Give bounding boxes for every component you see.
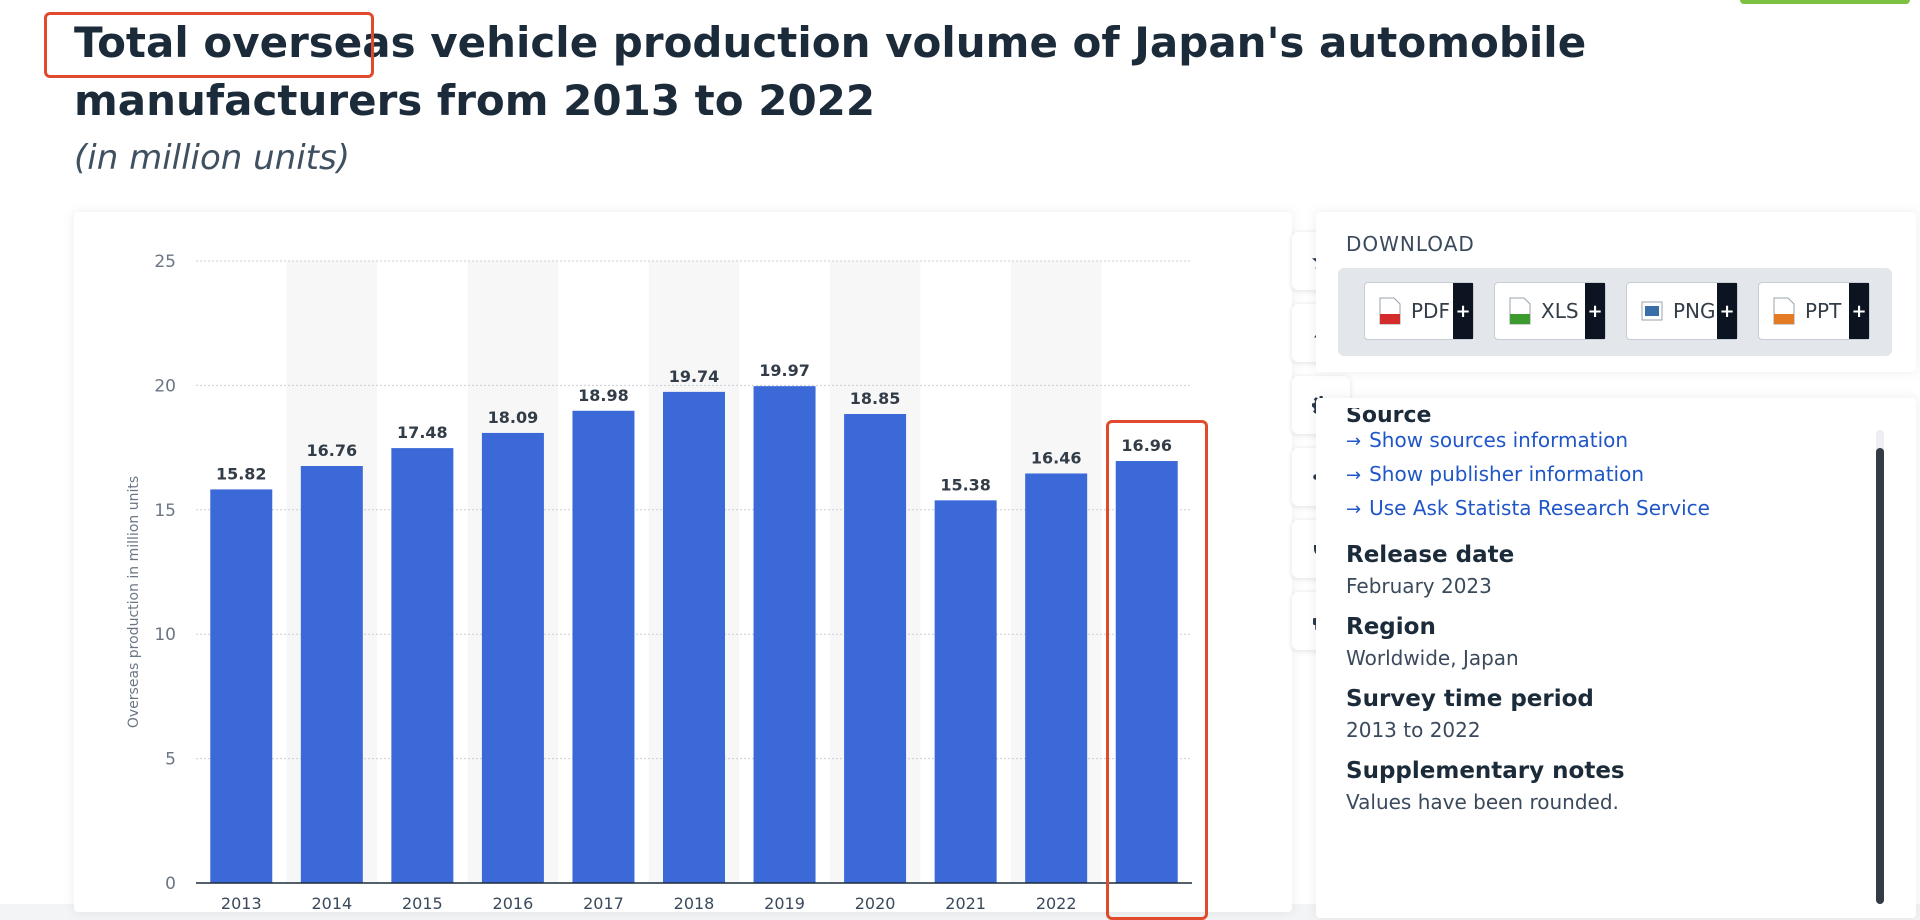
bar xyxy=(300,466,363,883)
x-tick-label: 2013 xyxy=(221,894,262,912)
png-file-icon xyxy=(1641,297,1663,325)
bar-value-label: 17.48 xyxy=(397,423,448,442)
details-content: Source → Show sources information → Show p… xyxy=(1346,408,1866,814)
png-download-button[interactable]: PNG + xyxy=(1626,282,1738,340)
bar-value-label: 15.38 xyxy=(940,475,991,494)
bar-value-label: 16.76 xyxy=(307,441,358,460)
x-tick-label: 2014 xyxy=(311,894,352,912)
x-tick-label: 2020 xyxy=(855,894,896,912)
bar-value-label: 18.85 xyxy=(850,389,901,408)
ppt-plus: + xyxy=(1849,283,1869,339)
region-value: Worldwide, Japan xyxy=(1346,646,1519,670)
download-label: DOWNLOAD xyxy=(1346,232,1475,256)
details-card: Source → Show sources information → Show p… xyxy=(1316,398,1916,918)
bar-value-label: 18.09 xyxy=(488,408,539,427)
survey-period-label: Survey time period xyxy=(1346,686,1594,712)
arrow-right-icon: → xyxy=(1346,465,1362,486)
bar xyxy=(934,500,997,883)
download-card: DOWNLOAD PDF + XLS + PNG + PPT + xyxy=(1316,212,1916,372)
bar xyxy=(391,448,454,883)
bar xyxy=(663,391,725,883)
pdf-download-button[interactable]: PDF + xyxy=(1364,282,1474,340)
ppt-label: PPT xyxy=(1805,299,1842,323)
pdf-label: PDF xyxy=(1411,299,1450,323)
release-date-label: Release date xyxy=(1346,542,1515,568)
xls-label: XLS xyxy=(1541,299,1579,323)
y-tick-label: 0 xyxy=(165,874,176,894)
bar-value-label: 15.82 xyxy=(216,464,267,483)
bar-value-label: 16.46 xyxy=(1031,448,1082,467)
ppt-download-button[interactable]: PPT + xyxy=(1758,282,1870,340)
x-tick-label: 2017 xyxy=(583,894,624,912)
release-date-value: February 2023 xyxy=(1346,574,1492,598)
xls-plus: + xyxy=(1585,283,1605,339)
show-sources-link[interactable]: → Show sources information xyxy=(1346,424,1866,458)
title-highlight-box xyxy=(44,12,374,78)
page-subtitle: (in million units) xyxy=(74,138,350,178)
x-tick-label: 2022 xyxy=(1036,894,1077,912)
arrow-right-icon: → xyxy=(1346,499,1362,520)
bar xyxy=(210,489,273,883)
bar-value-label: 19.74 xyxy=(669,367,720,386)
ask-statista-link[interactable]: → Use Ask Statista Research Service xyxy=(1346,492,1866,526)
y-tick-label: 10 xyxy=(154,625,176,645)
supplementary-notes-label: Supplementary notes xyxy=(1346,758,1625,784)
pdf-plus: + xyxy=(1453,283,1473,339)
arrow-right-icon: → xyxy=(1346,431,1362,452)
pdf-file-icon xyxy=(1379,297,1401,325)
survey-period-value: 2013 to 2022 xyxy=(1346,718,1481,742)
png-plus: + xyxy=(1717,283,1737,339)
highlight-box-2022 xyxy=(1106,420,1208,920)
download-button-strip: PDF + XLS + PNG + PPT + xyxy=(1338,268,1892,356)
ppt-file-icon xyxy=(1773,297,1795,325)
y-tick-label: 20 xyxy=(154,376,176,396)
x-tick-label: 2016 xyxy=(493,894,534,912)
x-tick-label: 2019 xyxy=(764,894,805,912)
bar-value-label: 18.98 xyxy=(578,386,629,405)
show-publisher-link[interactable]: → Show publisher information xyxy=(1346,458,1866,492)
x-tick-label: 2021 xyxy=(945,894,986,912)
bar xyxy=(753,386,816,883)
details-scrollbar-thumb[interactable] xyxy=(1876,448,1884,904)
x-tick-label: 2018 xyxy=(674,894,715,912)
ask-statista-label: Use Ask Statista Research Service xyxy=(1369,496,1710,520)
region-label: Region xyxy=(1346,614,1436,640)
y-tick-label: 15 xyxy=(154,501,176,521)
xls-file-icon xyxy=(1509,297,1531,325)
y-tick-label: 25 xyxy=(154,252,176,272)
show-sources-label: Show sources information xyxy=(1369,428,1629,452)
bar-value-label: 19.97 xyxy=(759,361,810,380)
y-tick-label: 5 xyxy=(165,750,176,770)
supplementary-notes-value: Values have been rounded. xyxy=(1346,790,1619,814)
bar xyxy=(844,414,907,883)
bar xyxy=(1025,473,1088,883)
x-tick-label: 2015 xyxy=(402,894,443,912)
top-corner-tab xyxy=(1740,0,1910,4)
xls-download-button[interactable]: XLS + xyxy=(1494,282,1606,340)
show-publisher-label: Show publisher information xyxy=(1369,462,1645,486)
png-label: PNG xyxy=(1673,299,1716,323)
y-axis-title: Overseas production in million units xyxy=(126,476,142,728)
source-heading: Source xyxy=(1346,408,1432,424)
bar xyxy=(481,432,544,883)
bar xyxy=(572,410,635,883)
